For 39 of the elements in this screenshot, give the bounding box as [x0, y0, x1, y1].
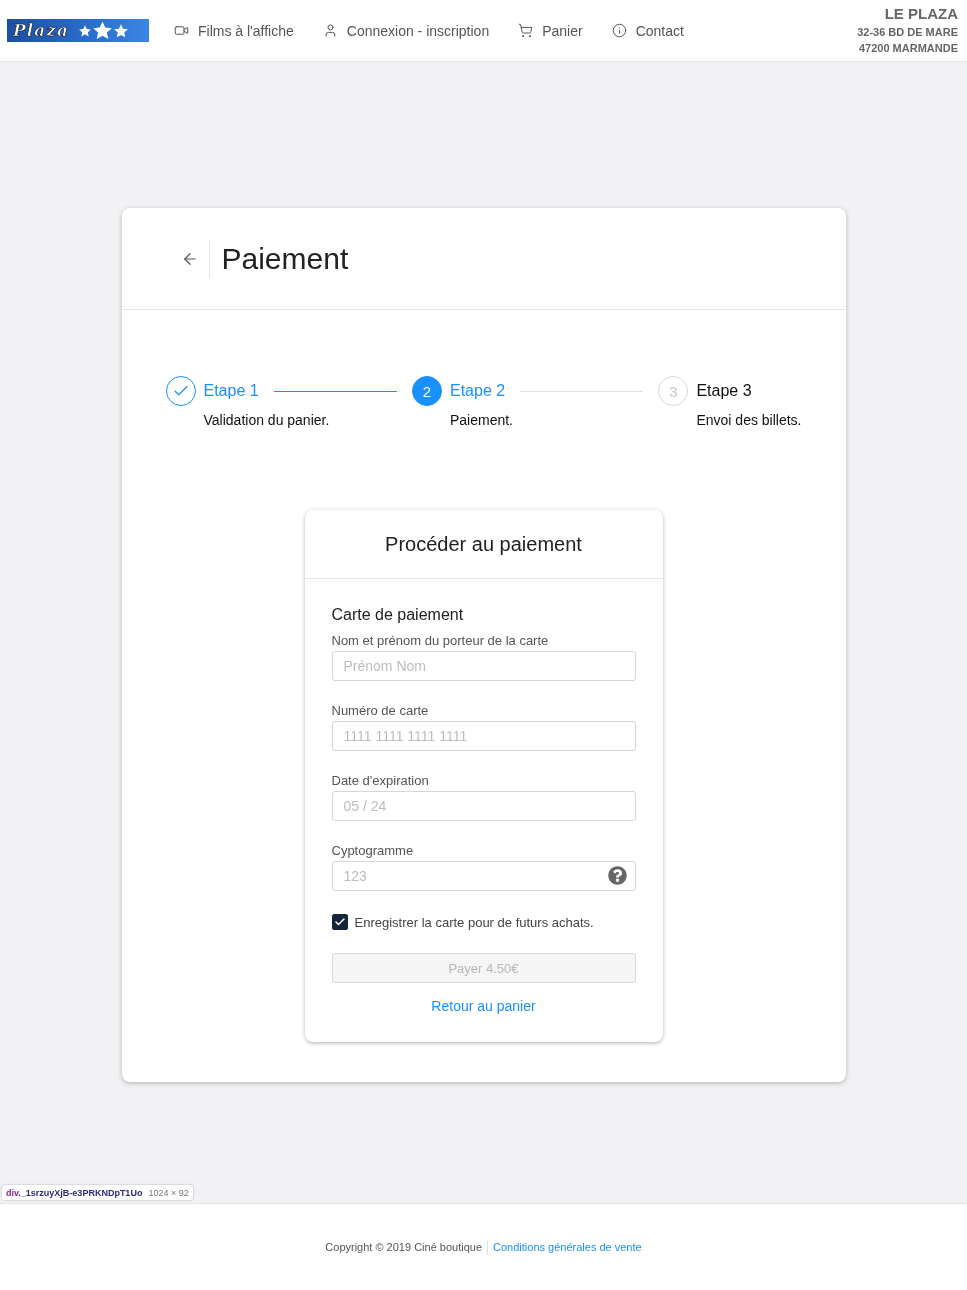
form-title: Procéder au paiement — [385, 532, 582, 556]
step-title: Etape 3 — [696, 382, 752, 400]
input-field[interactable]: 1111 1111 1111 1111 — [331, 721, 636, 751]
cart-icon — [518, 23, 534, 38]
input-field[interactable]: 05 / 24 — [331, 791, 636, 821]
nav-link[interactable]: Films à l'affiche — [174, 22, 294, 39]
input-field[interactable]: Prénom Nom — [331, 651, 636, 681]
info-icon — [611, 23, 627, 38]
checkbox[interactable] — [331, 914, 348, 930]
field-label: Date d'expiration — [331, 773, 430, 788]
section-heading: Carte de paiement — [331, 606, 465, 624]
element-size: 1024 × 92 — [148, 1187, 189, 1198]
input-field[interactable]: 123 — [331, 861, 636, 891]
checkbox-label: Enregistrer la carte pour de futurs achats. — [354, 914, 594, 930]
step-description: Validation du panier. — [203, 412, 331, 428]
nav-link[interactable]: Connexion - inscription — [322, 22, 490, 39]
logo-wordmark: Plaza — [13, 22, 69, 39]
cinema-name: LE PLAZA — [884, 5, 958, 22]
field-label: Numéro de carte — [331, 703, 430, 718]
nav-link[interactable]: Panier — [518, 22, 583, 39]
checkmark-icon — [333, 916, 346, 928]
field-label: Cyptogramme — [331, 843, 415, 858]
element-selector: div._1srzuyXjB-e3PRKNDpT1Uo — [6, 1187, 143, 1198]
step-title: Etape 1 — [203, 382, 259, 400]
video-camera-icon — [174, 23, 189, 38]
help-icon[interactable] — [607, 866, 627, 885]
logo-banner[interactable]: Plaza — [7, 19, 149, 42]
user-icon — [322, 23, 338, 38]
address-city: 47200 MARMANDE — [858, 42, 958, 54]
field-label: Nom et prénom du porteur de la carte — [331, 633, 550, 648]
step-indicator: 2 — [411, 376, 442, 406]
nav-link[interactable]: Contact — [611, 22, 684, 39]
step-description: Envoi des billets. — [696, 412, 802, 428]
page-title: Paiement — [221, 241, 349, 276]
step-title: Etape 2 — [449, 382, 506, 400]
step-description: Paiement. — [449, 412, 514, 428]
address-street: 32-36 BD DE MARE — [857, 26, 958, 38]
copyright-text: Copyright © 2019 Ciné boutique — [325, 1241, 483, 1253]
star-icon — [113, 23, 128, 38]
